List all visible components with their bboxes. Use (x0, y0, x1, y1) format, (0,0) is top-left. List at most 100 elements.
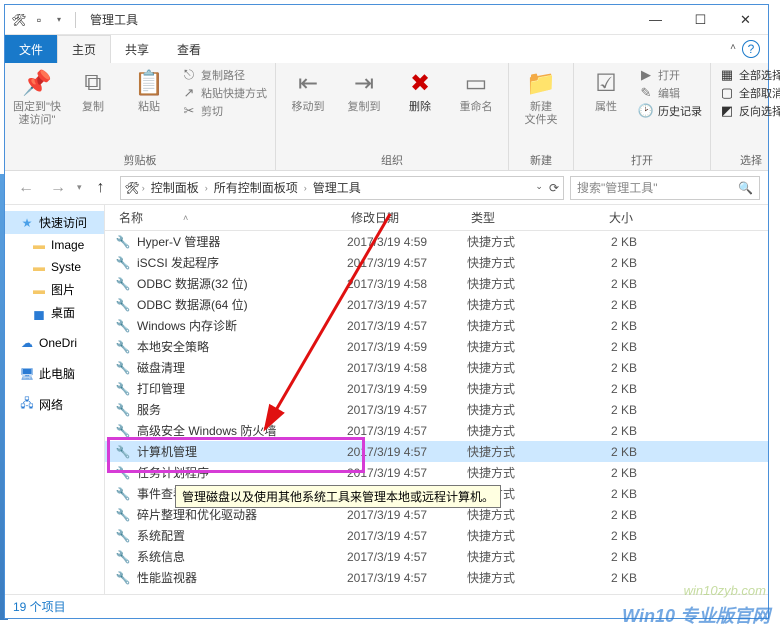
help-icon[interactable]: ? (742, 40, 760, 58)
nav-quickaccess[interactable]: ★快速访问 (5, 211, 104, 234)
paste-shortcut-button[interactable]: ↗粘贴快捷方式 (181, 85, 267, 101)
file-size: 2 KB (575, 508, 637, 522)
watermark-text: Win10 专业版官网 (622, 602, 770, 628)
crumb-0[interactable]: 控制面板 (147, 179, 203, 196)
file-row[interactable]: 🔧ODBC 数据源(64 位)2017/3/19 4:57快捷方式2 KB (105, 294, 768, 315)
folder-icon: ▬ (31, 259, 47, 275)
nav-forward-button[interactable]: → (45, 175, 71, 201)
col-size[interactable]: 大小 (575, 209, 637, 226)
select-all-button[interactable]: ▦全部选择 (719, 67, 780, 83)
file-icon: 🔧 (115, 507, 131, 523)
status-text: 19 个项目 (13, 598, 66, 615)
pc-icon: 🖥 (19, 366, 35, 382)
app-icon: 🛠 (11, 12, 27, 28)
addr-dropdown-icon[interactable]: ⌄ (535, 181, 543, 195)
file-name: 高级安全 Windows 防火墙 (137, 422, 347, 439)
col-type[interactable]: 类型 (467, 209, 575, 226)
nav-system[interactable]: ▬Syste (5, 256, 104, 278)
qat-folder-icon[interactable]: ▫ (31, 12, 47, 28)
tab-file[interactable]: 文件 (5, 35, 57, 63)
search-icon: 🔍 (738, 181, 753, 195)
nav-up-button[interactable]: ↑ (88, 175, 114, 201)
nav-network[interactable]: 🖧网络 (5, 393, 104, 416)
file-row[interactable]: 🔧磁盘清理2017/3/19 4:58快捷方式2 KB (105, 357, 768, 378)
file-row[interactable]: 🔧Windows 内存诊断2017/3/19 4:57快捷方式2 KB (105, 315, 768, 336)
nav-onedrive[interactable]: ☁OneDri (5, 332, 104, 354)
file-row[interactable]: 🔧性能监视器2017/3/19 4:57快捷方式2 KB (105, 567, 768, 588)
addr-icon: 🛠 (125, 181, 140, 195)
new-folder-button[interactable]: 📁新建 文件夹 (517, 67, 565, 127)
explorer-window: 🛠 ▫ ▾ 管理工具 — ☐ ✕ 文件 主页 共享 查看 ˄ ? 📌 固定到"快… (4, 4, 769, 619)
refresh-icon[interactable]: ⟳ (549, 181, 559, 195)
file-row[interactable]: 🔧打印管理2017/3/19 4:59快捷方式2 KB (105, 378, 768, 399)
file-row[interactable]: 🔧计算机管理2017/3/19 4:57快捷方式2 KB (105, 441, 768, 462)
file-list: 名称˄ 修改日期 类型 大小 🔧Hyper-V 管理器2017/3/19 4:5… (105, 205, 768, 594)
paste-button[interactable]: 📋 粘贴 (125, 67, 173, 114)
invert-selection-button[interactable]: ◩反向选择 (719, 103, 780, 119)
file-size: 2 KB (575, 382, 637, 396)
edit-button[interactable]: ✎编辑 (638, 85, 702, 101)
open-button[interactable]: ▶打开 (638, 67, 702, 83)
col-name[interactable]: 名称˄ (115, 209, 347, 226)
file-row[interactable]: 🔧Hyper-V 管理器2017/3/19 4:59快捷方式2 KB (105, 231, 768, 252)
group-new-label: 新建 (517, 150, 565, 168)
rename-button[interactable]: ▭重命名 (452, 67, 500, 114)
copy-to-button[interactable]: ⇥复制到 (340, 67, 388, 114)
titlebar: 🛠 ▫ ▾ 管理工具 — ☐ ✕ (5, 5, 768, 35)
cut-button[interactable]: ✂剪切 (181, 103, 267, 119)
copy-button[interactable]: ⧉ 复制 (69, 67, 117, 114)
search-input[interactable]: 搜索"管理工具" 🔍 (570, 176, 760, 200)
select-none-button[interactable]: ▢全部取消 (719, 85, 780, 101)
group-clipboard-label: 剪贴板 (13, 150, 267, 168)
nav-thispc[interactable]: 🖥此电脑 (5, 362, 104, 385)
collapse-ribbon-icon[interactable]: ˄ (730, 42, 736, 53)
file-type: 快捷方式 (467, 296, 575, 313)
nav-back-button[interactable]: ← (13, 175, 39, 201)
crumb-1[interactable]: 所有控制面板项 (210, 179, 302, 196)
file-date: 2017/3/19 4:58 (347, 361, 467, 375)
open-icon: ▶ (638, 67, 654, 83)
history-button[interactable]: 🕑历史记录 (638, 103, 702, 119)
delete-button[interactable]: ✖删除 (396, 67, 444, 114)
file-row[interactable]: 🔧ODBC 数据源(32 位)2017/3/19 4:58快捷方式2 KB (105, 273, 768, 294)
minimize-button[interactable]: — (633, 5, 678, 35)
file-size: 2 KB (575, 550, 637, 564)
maximize-button[interactable]: ☐ (678, 5, 723, 35)
file-date: 2017/3/19 4:58 (347, 277, 467, 291)
file-row[interactable]: 🔧任务计划程序2017/3/19 4:57快捷方式2 KB (105, 462, 768, 483)
file-date: 2017/3/19 4:57 (347, 403, 467, 417)
file-row[interactable]: 🔧服务2017/3/19 4:57快捷方式2 KB (105, 399, 768, 420)
file-row[interactable]: 🔧系统信息2017/3/19 4:57快捷方式2 KB (105, 546, 768, 567)
file-name: 系统信息 (137, 548, 347, 565)
address-bar[interactable]: 🛠 › 控制面板 › 所有控制面板项 › 管理工具 ⌄ ⟳ (120, 176, 564, 200)
qat-dropdown-icon[interactable]: ▾ (51, 12, 67, 28)
tab-home[interactable]: 主页 (57, 35, 111, 63)
nav-desktop[interactable]: ▅桌面 (5, 301, 104, 324)
file-row[interactable]: 🔧iSCSI 发起程序2017/3/19 4:57快捷方式2 KB (105, 252, 768, 273)
close-button[interactable]: ✕ (723, 5, 768, 35)
copy-path-button[interactable]: ⎋复制路径 (181, 67, 267, 83)
tab-share[interactable]: 共享 (111, 35, 163, 63)
file-size: 2 KB (575, 487, 637, 501)
crumb-2[interactable]: 管理工具 (309, 179, 365, 196)
file-type: 快捷方式 (467, 443, 575, 460)
nav-images[interactable]: ▬Image (5, 234, 104, 256)
file-row[interactable]: 🔧系统配置2017/3/19 4:57快捷方式2 KB (105, 525, 768, 546)
col-date[interactable]: 修改日期 (347, 209, 467, 226)
file-type: 快捷方式 (467, 317, 575, 334)
nav-pictures[interactable]: ▬图片 (5, 278, 104, 301)
history-icon: 🕑 (638, 103, 654, 119)
file-name: 打印管理 (137, 380, 347, 397)
move-to-button[interactable]: ⇤移动到 (284, 67, 332, 114)
pin-quickaccess-button[interactable]: 📌 固定到"快 速访问" (13, 67, 61, 127)
file-row[interactable]: 🔧高级安全 Windows 防火墙2017/3/19 4:57快捷方式2 KB (105, 420, 768, 441)
file-type: 快捷方式 (467, 338, 575, 355)
address-row: ← → ▾ ↑ 🛠 › 控制面板 › 所有控制面板项 › 管理工具 ⌄ ⟳ 搜索… (5, 171, 768, 205)
file-size: 2 KB (575, 340, 637, 354)
file-row[interactable]: 🔧本地安全策略2017/3/19 4:59快捷方式2 KB (105, 336, 768, 357)
file-name: 性能监视器 (137, 569, 347, 586)
properties-button[interactable]: ☑属性 (582, 67, 630, 114)
nav-recent-icon[interactable]: ▾ (77, 182, 82, 193)
tab-view[interactable]: 查看 (163, 35, 215, 63)
file-type: 快捷方式 (467, 422, 575, 439)
